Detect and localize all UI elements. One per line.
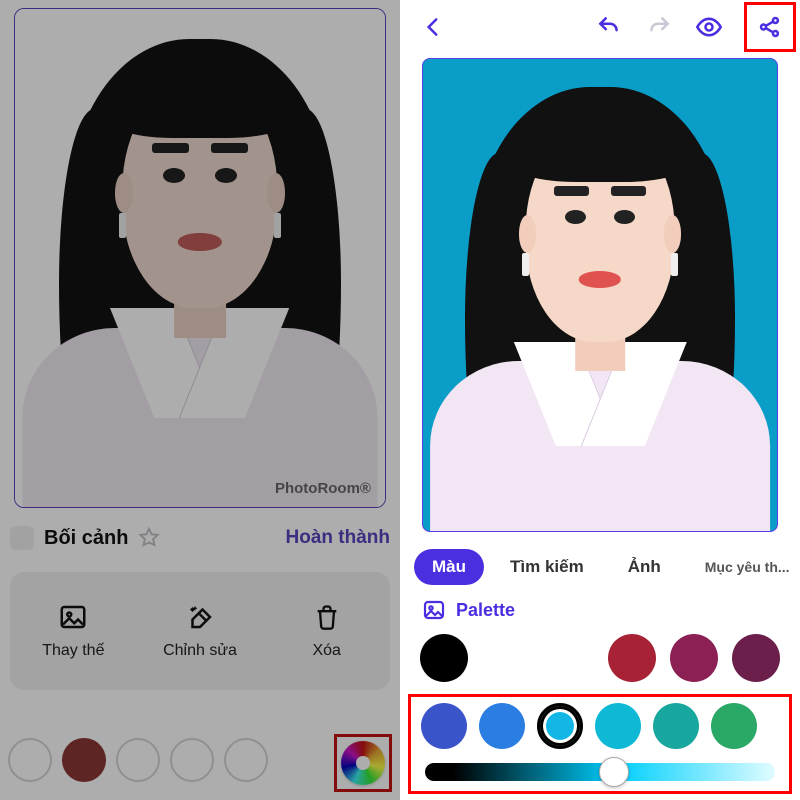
background-tabs: Màu Tìm kiếm Ảnh Mục yêu th... (410, 544, 790, 590)
colorwheel-icon[interactable] (341, 741, 385, 785)
watermark-text: PhotoRoom® (275, 480, 371, 497)
share-button[interactable] (749, 6, 791, 48)
top-toolbar (400, 0, 800, 54)
tab-search[interactable]: Tìm kiếm (492, 549, 602, 585)
replace-button[interactable]: Thay thế (10, 602, 137, 660)
photo-preview-white-bg[interactable]: PhotoRoom® (14, 8, 386, 508)
swatch-empty[interactable] (224, 738, 268, 782)
tab-color[interactable]: Màu (414, 549, 484, 585)
highlight-share (744, 2, 796, 52)
tool-label: Thay thế (42, 642, 104, 660)
swatch-red[interactable] (62, 738, 106, 782)
preview-eye-button[interactable] (688, 6, 730, 48)
editor-right-pane: Màu Tìm kiếm Ảnh Mục yêu th... Palette (400, 0, 800, 800)
tool-label: Xóa (312, 642, 340, 660)
swatch-empty[interactable] (8, 738, 52, 782)
sparkle-eraser-icon (185, 602, 215, 632)
color-teal[interactable] (595, 703, 641, 749)
swatch-empty[interactable] (116, 738, 160, 782)
back-button[interactable] (412, 6, 454, 48)
delete-button[interactable]: Xóa (263, 602, 390, 660)
slider-thumb[interactable] (599, 757, 629, 787)
section-title: Bối cảnh (44, 527, 128, 550)
undo-button[interactable] (588, 6, 630, 48)
redo-button[interactable] (638, 6, 680, 48)
color-green[interactable] (711, 703, 757, 749)
background-checkbox[interactable] (10, 526, 34, 550)
subject-portrait (423, 59, 777, 531)
color-crimson[interactable] (608, 634, 656, 682)
image-icon (58, 602, 88, 632)
brightness-slider[interactable] (421, 757, 779, 787)
color-sea-green[interactable] (653, 703, 699, 749)
palette-row-1 (420, 634, 780, 682)
color-black[interactable] (420, 634, 468, 682)
edit-button[interactable]: Chỉnh sửa (137, 602, 264, 660)
photo-preview-blue-bg[interactable] (422, 58, 778, 532)
highlight-colorwheel (334, 734, 392, 792)
color-indigo[interactable] (421, 703, 467, 749)
tab-image[interactable]: Ảnh (610, 549, 679, 585)
color-magenta-dark[interactable] (670, 634, 718, 682)
trash-icon (312, 602, 342, 632)
done-button[interactable]: Hoàn thành (286, 527, 391, 549)
highlight-color-row (408, 694, 792, 794)
palette-label: Palette (456, 600, 515, 621)
palette-row-2 (421, 703, 779, 749)
star-outline-icon[interactable] (138, 527, 160, 549)
color-blue[interactable] (479, 703, 525, 749)
swatch-empty[interactable] (170, 738, 214, 782)
editor-left-pane: PhotoRoom® Bối cảnh Hoàn thành Thay thế (0, 0, 400, 800)
tool-row: Thay thế Chỉnh sửa Xóa (10, 572, 390, 690)
tool-label: Chỉnh sửa (163, 642, 237, 660)
color-plum[interactable] (732, 634, 780, 682)
palette-header[interactable]: Palette (422, 598, 515, 622)
color-cyan-selected[interactable] (537, 703, 583, 749)
palette-icon (422, 598, 446, 622)
subject-portrait (15, 9, 385, 507)
tab-favorites[interactable]: Mục yêu th... (687, 551, 800, 583)
